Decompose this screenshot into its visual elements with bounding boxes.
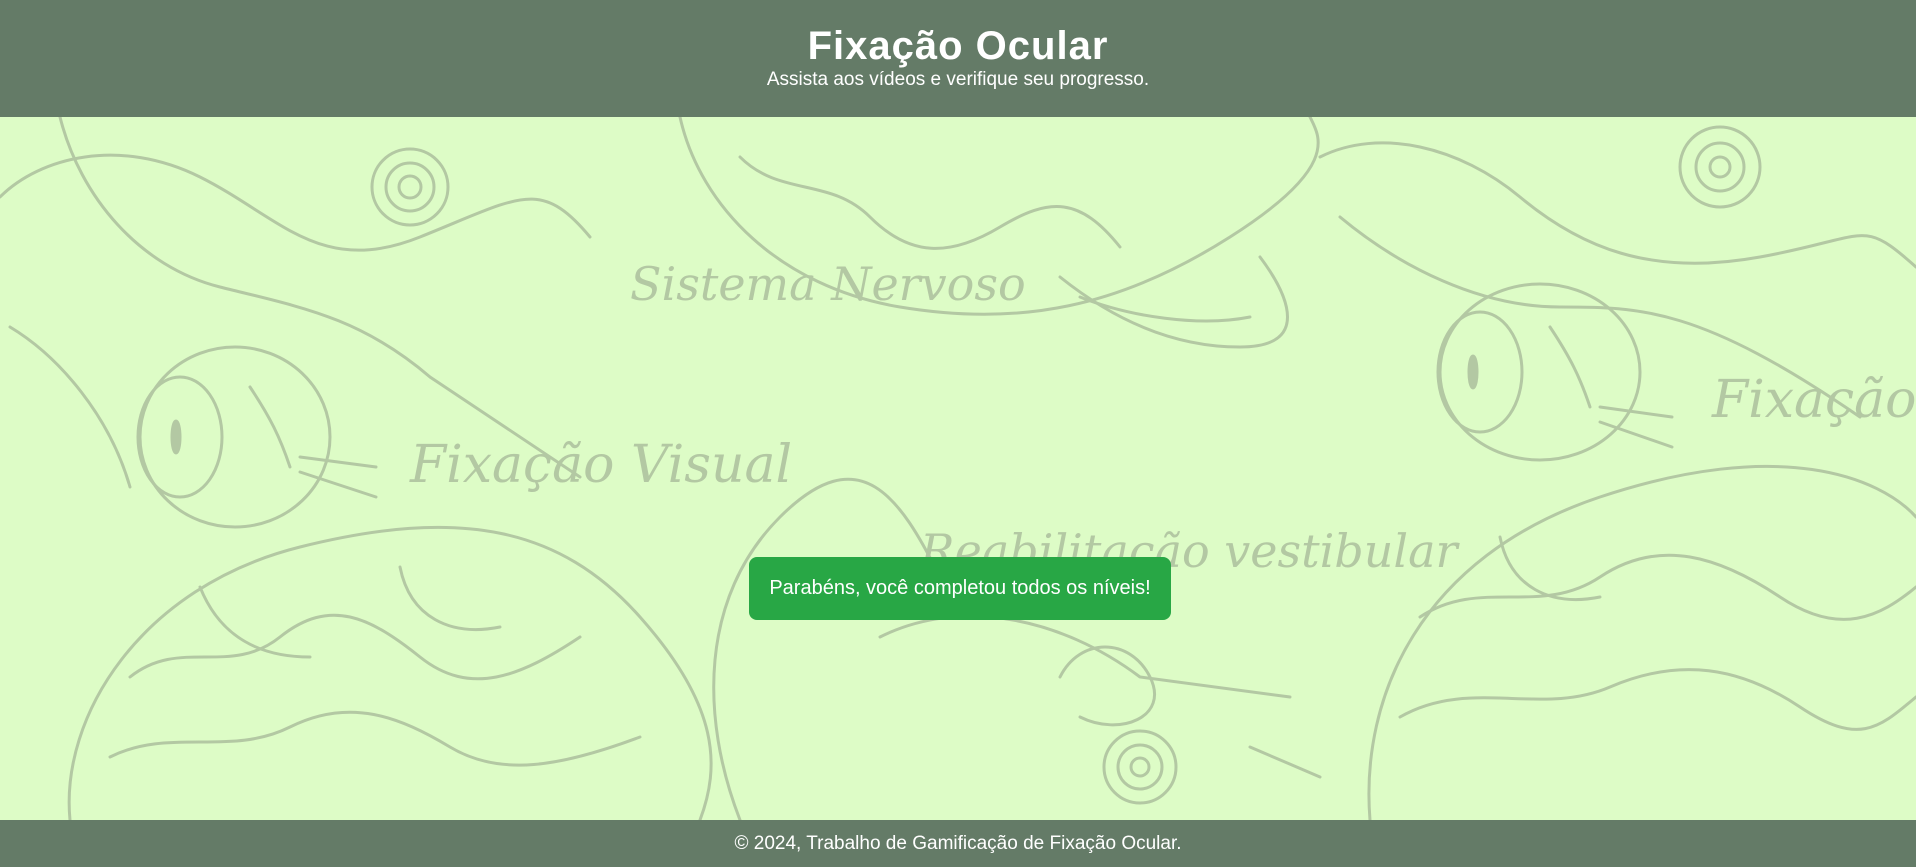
page-header: Fixação Ocular Assista aos vídeos e veri… <box>0 0 1916 117</box>
completion-message: Parabéns, você completou todos os níveis… <box>749 557 1171 620</box>
eye-illustration-left <box>136 345 378 529</box>
page-subtitle: Assista aos vídeos e verifique seu progr… <box>766 69 1150 90</box>
page-footer: © 2024, Trabalho de Gamificação de Fixaç… <box>0 820 1916 867</box>
brain-illustration-top-center <box>678 117 1320 349</box>
footer-text: © 2024, Trabalho de Gamificação de Fixaç… <box>734 833 1182 854</box>
page-title: Fixação Ocular <box>807 24 1109 68</box>
main-content: Sistema Nervoso Fixação Visual Reabilita… <box>0 117 1916 820</box>
ear-illustration-top-left <box>0 117 592 489</box>
background-illustration: Sistema Nervoso Fixação Visual Reabilita… <box>0 117 1916 820</box>
brain-illustration-bottom-right <box>1367 464 1916 820</box>
brain-illustration-bottom-left <box>67 525 713 820</box>
bg-label-sistema-nervoso: Sistema Nervoso <box>630 257 1026 311</box>
bg-label-fixacao: Fixação <box>1711 370 1916 430</box>
bg-label-fixacao-visual: Fixação Visual <box>409 435 792 495</box>
